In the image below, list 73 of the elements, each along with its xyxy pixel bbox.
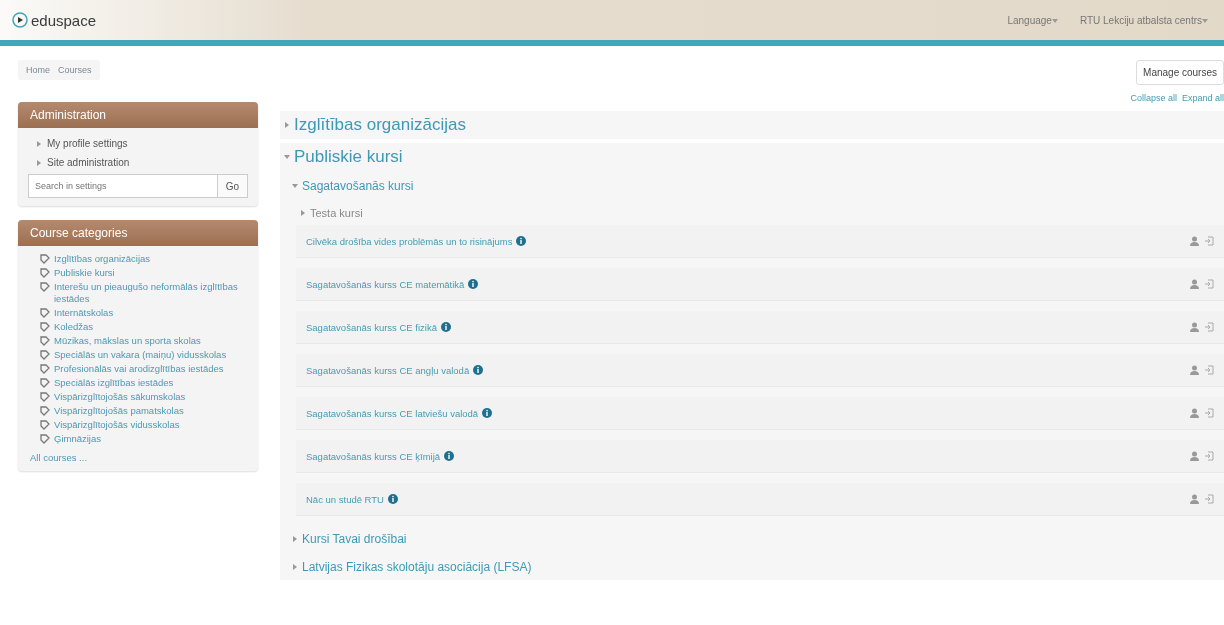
- login-icon: [1204, 408, 1214, 418]
- category-toggle[interactable]: Kursi Tavai drošībai: [288, 526, 1224, 552]
- category-toggle[interactable]: Izglītības organizācijas: [280, 111, 1224, 139]
- user-icon: [1190, 236, 1199, 246]
- all-courses-link[interactable]: All courses ...: [18, 446, 258, 463]
- category-toggle[interactable]: Sagatavošanās kursi: [288, 173, 1224, 199]
- user-icon: [1190, 451, 1199, 461]
- user-menu[interactable]: RTU Lekciju atbalsta centrs: [1079, 14, 1208, 26]
- logo-text: eduspace: [31, 11, 97, 29]
- course-link[interactable]: Sagatavošanās kurss CE matemātikā: [306, 278, 479, 290]
- settings-item[interactable]: My profile settings: [18, 134, 258, 153]
- category-link[interactable]: Interešu un pieaugušo neformālās izglītības iestādes: [54, 281, 248, 305]
- toggle-all-link[interactable]: Collapse all: [1130, 93, 1177, 103]
- category-toggle[interactable]: Publiskie kursi: [280, 143, 1224, 171]
- info-icon[interactable]: [444, 451, 455, 461]
- caret-right-icon: [292, 536, 298, 542]
- category-link[interactable]: Publiskie kursi: [54, 267, 115, 279]
- logo-icon: [12, 12, 28, 28]
- user-icon: [1190, 365, 1199, 375]
- course-link[interactable]: Sagatavošanās kurss CE angļu valodā: [306, 364, 484, 376]
- course-link[interactable]: Cilvēka drošība vides problēmās un to risinājums: [306, 235, 527, 247]
- category-toggle[interactable]: Latvijas Fizikas skolotāju asociācija (LFSA): [288, 554, 1224, 580]
- caret-right-icon: [284, 122, 290, 128]
- info-icon[interactable]: [482, 408, 493, 418]
- login-icon: [1204, 451, 1214, 461]
- category-link[interactable]: Speciālās izglītības iestādes: [54, 377, 174, 389]
- category-link[interactable]: Ģimnāzijas: [54, 433, 101, 445]
- breadcrumb-link[interactable]: Courses: [58, 65, 92, 75]
- info-icon[interactable]: [516, 236, 527, 246]
- category-link[interactable]: Vispārizglītojošās sākumskolas: [54, 391, 186, 403]
- caret-right-icon: [300, 210, 306, 216]
- login-icon: [1204, 236, 1214, 246]
- caret-down-icon: [284, 154, 290, 160]
- user-icon: [1190, 279, 1199, 289]
- category-link[interactable]: Speciālās un vakara (maiņu) vidusskolas: [54, 349, 227, 361]
- login-icon: [1204, 365, 1214, 375]
- category-link[interactable]: Mūzikas, mākslas un sporta skolas: [54, 335, 201, 347]
- category-link[interactable]: Internātskolas: [54, 307, 114, 319]
- user-icon: [1190, 494, 1199, 504]
- block-title: Course categories: [18, 220, 258, 246]
- login-icon: [1204, 279, 1214, 289]
- category-link[interactable]: Izglītības organizācijas: [54, 253, 151, 265]
- category-link[interactable]: Vispārizglītojošās vidusskolas: [54, 419, 180, 431]
- settings-search-field[interactable]: Search in settings Go: [28, 174, 248, 198]
- category-toggle[interactable]: Testa kursi: [296, 201, 1224, 225]
- caret-right-icon: [36, 140, 42, 147]
- caret-right-icon: [292, 564, 298, 570]
- go-button[interactable]: Go: [217, 175, 247, 197]
- settings-item[interactable]: Site administration: [18, 153, 258, 172]
- course-link[interactable]: Sagatavošanās kurss CE fizikā: [306, 321, 451, 333]
- course-link[interactable]: Sagatavošanās kurss CE latviešu valodā: [306, 407, 493, 419]
- info-icon[interactable]: [440, 322, 451, 332]
- user-icon: [1190, 408, 1199, 418]
- caret-right-icon: [36, 159, 42, 166]
- caret-down-icon: [1051, 17, 1058, 24]
- caret-down-icon: [292, 183, 298, 189]
- category-link[interactable]: Koledžas: [54, 321, 94, 333]
- course-link[interactable]: Nāc un studē RTU: [306, 493, 398, 505]
- info-icon[interactable]: [473, 365, 484, 375]
- manage-courses-button[interactable]: Manage courses: [1136, 60, 1224, 85]
- caret-down-icon: [1202, 17, 1208, 24]
- toggle-all-link[interactable]: Expand all: [1181, 93, 1224, 103]
- info-icon[interactable]: [468, 279, 479, 289]
- info-icon[interactable]: [388, 494, 398, 504]
- login-icon: [1204, 494, 1214, 504]
- block-title: Administration: [18, 102, 258, 128]
- login-icon: [1204, 322, 1214, 332]
- category-link[interactable]: Vispārizglītojošās pamatskolas: [54, 405, 184, 417]
- language-menu[interactable]: Language: [1007, 14, 1058, 26]
- breadcrumb-link[interactable]: Home: [26, 65, 50, 75]
- category-link[interactable]: Profesionālās vai arodizglītības iestādes: [54, 363, 224, 375]
- user-icon: [1190, 322, 1199, 332]
- course-link[interactable]: Sagatavošanās kurss CE ķīmijā: [306, 450, 455, 462]
